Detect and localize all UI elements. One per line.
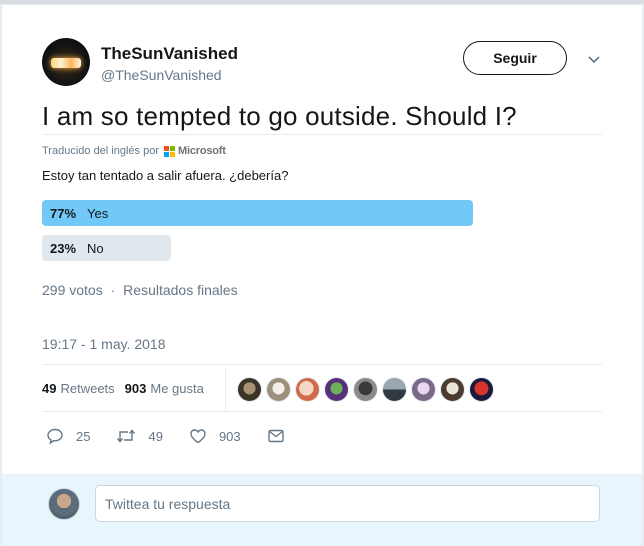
avatar-fire-image bbox=[51, 58, 81, 68]
poll-percent: 23% bbox=[50, 240, 77, 256]
reply-input[interactable] bbox=[95, 485, 600, 522]
translation-prefix: Traducido del inglés por bbox=[42, 145, 159, 157]
heart-icon[interactable] bbox=[189, 427, 207, 445]
tweet-timestamp[interactable]: 19:17 - 1 may. 2018 bbox=[42, 336, 165, 352]
liker-avatar[interactable] bbox=[324, 377, 349, 402]
author-display-name[interactable]: TheSunVanished bbox=[101, 44, 238, 64]
reply-icon[interactable] bbox=[46, 427, 64, 445]
poll-meta: 299 votos · Resultados finales bbox=[42, 282, 238, 298]
poll-option-label: Yes bbox=[87, 205, 109, 221]
user-avatar bbox=[48, 488, 80, 520]
chevron-down-icon[interactable] bbox=[587, 55, 601, 65]
like-action[interactable]: 903 bbox=[189, 427, 241, 445]
poll-option-yes: 77% Yes bbox=[50, 200, 108, 226]
poll-separator: · bbox=[110, 282, 116, 298]
author-avatar[interactable] bbox=[42, 38, 90, 86]
liker-avatar[interactable] bbox=[440, 377, 465, 402]
liker-avatar[interactable] bbox=[382, 377, 407, 402]
retweet-count: 49 bbox=[148, 428, 163, 444]
translator-name: Microsoft bbox=[178, 145, 226, 157]
liker-avatar[interactable] bbox=[411, 377, 436, 402]
liker-avatar[interactable] bbox=[266, 377, 291, 402]
reply-count: 25 bbox=[76, 428, 91, 444]
divider bbox=[42, 364, 602, 365]
poll-option-label: No bbox=[87, 240, 104, 256]
divider bbox=[42, 134, 602, 135]
poll-votes: 299 votos bbox=[42, 282, 103, 298]
message-action[interactable] bbox=[267, 427, 297, 445]
retweet-icon[interactable] bbox=[116, 427, 136, 445]
likes-count[interactable]: 903 bbox=[125, 381, 147, 396]
tweet-card: TheSunVanished @TheSunVanished Seguir I … bbox=[2, 4, 642, 546]
tweet-text: I am so tempted to go outside. Should I? bbox=[42, 101, 517, 131]
retweets-label[interactable]: Retweets bbox=[60, 381, 114, 396]
tweet-actions: 25 49 903 bbox=[46, 427, 323, 445]
poll-option-no: 23% No bbox=[50, 235, 104, 261]
follow-button[interactable]: Seguir bbox=[463, 41, 567, 75]
tweet-stats: 49 Retweets 903 Me gusta bbox=[42, 381, 204, 396]
liker-avatar[interactable] bbox=[469, 377, 494, 402]
poll-status: Resultados finales bbox=[123, 282, 238, 298]
tweet-translation: Estoy tan tentado a salir afuera. ¿deber… bbox=[42, 168, 289, 183]
likers-avatars bbox=[237, 377, 498, 402]
author-handle[interactable]: @TheSunVanished bbox=[101, 67, 222, 83]
poll-percent: 77% bbox=[50, 205, 77, 221]
divider bbox=[42, 411, 602, 412]
liker-avatar[interactable] bbox=[237, 377, 262, 402]
retweet-action[interactable]: 49 bbox=[116, 427, 163, 445]
stats-separator bbox=[225, 368, 226, 413]
liker-avatar[interactable] bbox=[295, 377, 320, 402]
reply-action[interactable]: 25 bbox=[46, 427, 90, 445]
retweets-count[interactable]: 49 bbox=[42, 381, 56, 396]
liker-avatar[interactable] bbox=[353, 377, 378, 402]
translation-attribution: Traducido del inglés por Microsoft bbox=[42, 145, 226, 157]
microsoft-logo-icon bbox=[164, 145, 175, 157]
like-count: 903 bbox=[218, 428, 241, 444]
likes-label[interactable]: Me gusta bbox=[150, 381, 203, 396]
envelope-icon[interactable] bbox=[267, 427, 285, 445]
